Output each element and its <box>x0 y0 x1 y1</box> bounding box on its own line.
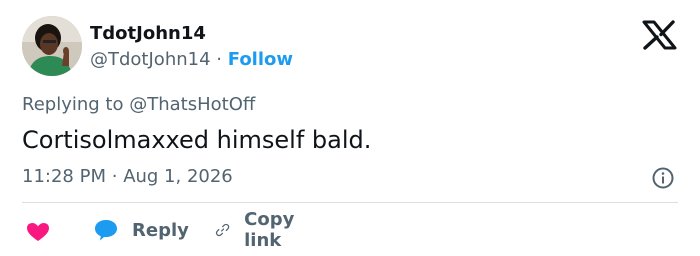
reply-button[interactable]: Reply <box>94 217 189 243</box>
heart-icon[interactable] <box>26 222 50 242</box>
replying-prefix: Replying to <box>22 94 124 115</box>
replying-to-handle[interactable]: @ThatsHotOff <box>129 94 255 115</box>
tweet-date: Aug 1, 2026 <box>123 166 233 187</box>
info-icon[interactable] <box>651 166 675 190</box>
copy-link-button[interactable]: Copy link <box>215 209 303 251</box>
tweet-timestamp[interactable]: 11:28 PM · Aug 1, 2026 <box>22 165 233 189</box>
reply-label: Reply <box>132 219 189 241</box>
speech-bubble-icon <box>95 220 117 241</box>
author-handle[interactable]: @TdotJohn14 <box>90 49 211 70</box>
follow-button[interactable]: Follow <box>228 49 293 70</box>
tweet-text: Cortisolmaxxed himself bald. <box>22 126 372 154</box>
tweet-time: 11:28 PM <box>22 166 106 187</box>
x-logo-icon[interactable] <box>641 20 677 50</box>
divider <box>22 202 678 203</box>
handle-separator: · <box>216 49 223 70</box>
replying-to-line: Replying to @ThatsHotOff <box>22 93 255 117</box>
link-icon <box>215 223 230 237</box>
author-handle-row: @TdotJohn14 · Follow <box>90 48 293 72</box>
avatar-photo <box>22 16 82 76</box>
author-display-name[interactable]: TdotJohn14 <box>90 22 206 46</box>
avatar[interactable] <box>22 16 82 76</box>
copy-link-label: Copy link <box>244 209 295 251</box>
timestamp-separator: · <box>111 166 118 187</box>
